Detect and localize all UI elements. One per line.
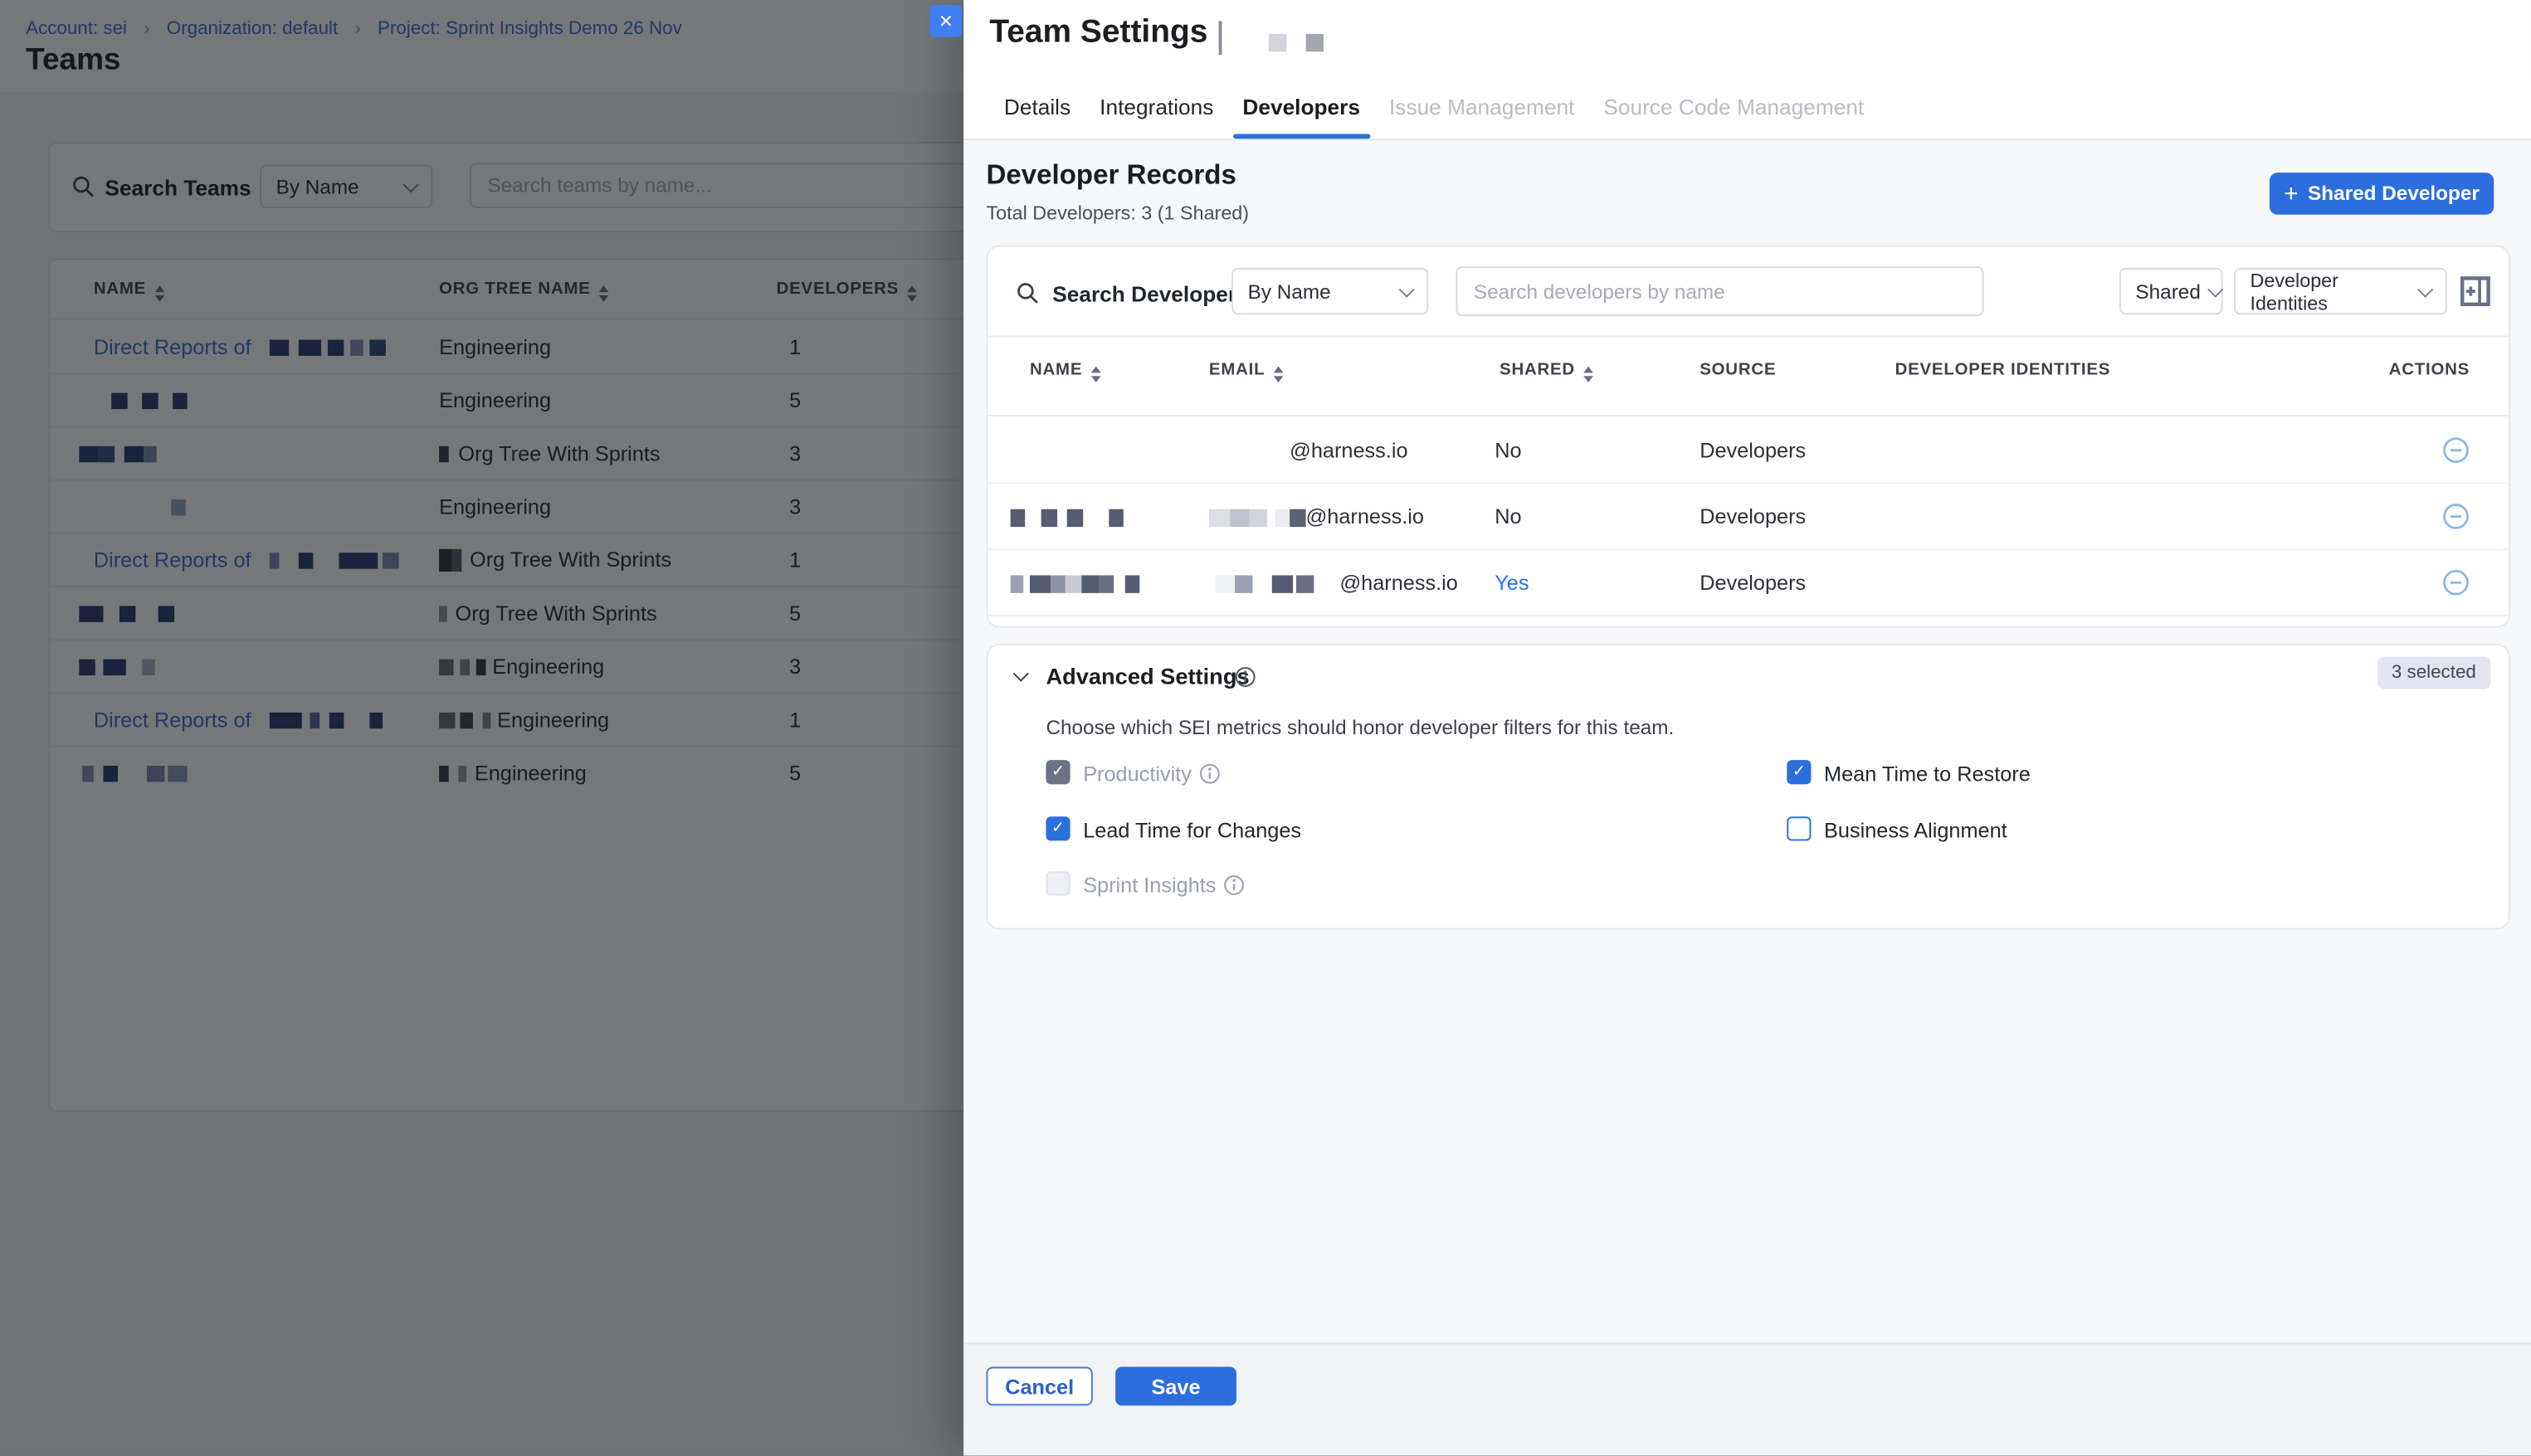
business-alignment-checkbox[interactable] [1787, 816, 1811, 840]
tab-developers[interactable]: Developers [1242, 75, 1360, 139]
redacted-text [1306, 34, 1324, 51]
info-icon[interactable] [1200, 763, 1221, 784]
redacted-text [1011, 509, 1026, 526]
shared-filter-value: Shared [2135, 280, 2200, 302]
selected-count-badge: 3 selected [2377, 657, 2490, 689]
redacted-text [1209, 509, 1230, 526]
mean-time-to-restore-checkbox[interactable]: ✓ [1787, 760, 1811, 784]
search-icon [1015, 280, 1039, 304]
advanced-settings-description: Choose which SEI metrics should honor de… [1046, 717, 1674, 739]
redacted-text [1011, 575, 1024, 592]
tab-issue-management[interactable]: Issue Management [1389, 75, 1574, 139]
column-header-email[interactable]: EMAIL [1209, 360, 1283, 382]
redacted-text [1250, 509, 1267, 526]
column-header-shared[interactable]: SHARED [1500, 360, 1592, 382]
productivity-checkbox[interactable]: ✓ [1046, 760, 1070, 784]
sort-icon[interactable] [1090, 367, 1100, 382]
app-stage: Account: sei › Organization: default › P… [0, 0, 2531, 1456]
collapse-chevron-icon[interactable] [1013, 665, 1029, 681]
developer-row[interactable]: @harness.io Yes Developers [988, 548, 2508, 616]
source-cell: Developers [1700, 437, 1806, 461]
redacted-text [1296, 575, 1314, 592]
remove-developer-icon[interactable] [2442, 436, 2470, 463]
plus-icon: + [2284, 180, 2298, 207]
email-cell: @harness.io [1290, 437, 1407, 461]
shared-filter-select[interactable]: Shared [2119, 268, 2222, 314]
save-button[interactable]: Save [1115, 1367, 1236, 1406]
redacted-text [1216, 575, 1235, 592]
chevron-down-icon [2417, 281, 2433, 297]
sort-icon[interactable] [1273, 367, 1283, 382]
close-drawer-button[interactable]: ✕ [929, 5, 962, 37]
title-cursor [1219, 21, 1222, 55]
shared-cell: No [1495, 504, 1521, 528]
tab-details[interactable]: Details [1004, 75, 1070, 139]
source-cell: Developers [1700, 504, 1806, 528]
lead-time-checkbox[interactable]: ✓ [1046, 816, 1070, 840]
sort-icon[interactable] [1583, 367, 1593, 382]
remove-developer-icon[interactable] [2442, 502, 2470, 529]
drawer-tabs: Details Integrations Developers Issue Ma… [963, 75, 2531, 140]
developer-identities-select[interactable]: Developer Identities [2234, 268, 2447, 314]
developer-identities-value: Developer Identities [2251, 269, 2420, 314]
redacted-text [1100, 575, 1114, 592]
developers-filter-by-select[interactable]: By Name [1231, 268, 1428, 314]
filter-divider [988, 336, 2508, 338]
developers-filter-by-value: By Name [1248, 280, 1331, 302]
redacted-text [1066, 575, 1081, 592]
tab-source-code-management[interactable]: Source Code Management [1603, 75, 1864, 139]
developer-row[interactable]: @harness.io No Developers [988, 416, 2508, 485]
tab-integrations[interactable]: Integrations [1100, 75, 1213, 139]
info-icon[interactable] [1235, 666, 1256, 687]
redacted-text [1125, 575, 1140, 592]
redacted-text [1269, 34, 1286, 51]
shared-cell: Yes [1495, 570, 1529, 594]
productivity-label: Productivity [1083, 762, 1221, 786]
drawer-footer: Cancel Save [963, 1342, 2531, 1455]
remove-developer-icon[interactable] [2442, 568, 2470, 596]
lead-time-label: Lead Time for Changes [1083, 818, 1301, 842]
email-cell: @harness.io [1306, 504, 1424, 528]
search-developers-input[interactable] [1456, 266, 1984, 316]
column-header-name[interactable]: NAME [1030, 360, 1100, 382]
redacted-text [1230, 509, 1249, 526]
sprint-insights-label: Sprint Insights [1083, 873, 1245, 897]
redacted-text [1290, 509, 1305, 526]
total-developers-text: Total Developers: 3 (1 Shared) [986, 202, 1249, 224]
sprint-insights-checkbox[interactable] [1046, 871, 1070, 895]
redacted-text [1041, 509, 1057, 526]
redacted-text [1030, 575, 1051, 592]
chevron-down-icon [1399, 281, 1415, 297]
info-icon[interactable] [1224, 874, 1245, 895]
search-developers-label: Search Developers [1052, 282, 1248, 306]
advanced-settings-title[interactable]: Advanced Settings [1046, 663, 1249, 689]
shared-developer-button[interactable]: + Shared Developer [2270, 173, 2494, 215]
section-title: Developer Records [986, 160, 1236, 192]
shared-cell: No [1495, 437, 1521, 461]
developers-tab-content: Developer Records Total Developers: 3 (1… [963, 140, 2531, 1342]
close-icon: ✕ [939, 11, 953, 32]
business-alignment-label: Business Alignment [1824, 818, 2007, 842]
cancel-button[interactable]: Cancel [986, 1367, 1092, 1406]
mean-time-to-restore-label: Mean Time to Restore [1824, 762, 2031, 786]
redacted-text [1109, 509, 1124, 526]
redacted-text [1081, 575, 1099, 592]
add-column-icon[interactable] [2460, 276, 2490, 307]
developer-row[interactable]: @harness.io No Developers [988, 483, 2508, 551]
developer-records-card: Search Developers By Name Shared Develop… [986, 246, 2509, 628]
column-header-source: SOURCE [1700, 360, 1776, 379]
chevron-down-icon [2208, 281, 2224, 297]
redacted-text [1235, 575, 1252, 592]
source-cell: Developers [1700, 570, 1806, 594]
advanced-settings-card: Advanced Settings 3 selected Choose whic… [986, 644, 2509, 929]
team-settings-drawer: Team Settings Details Integrations Devel… [963, 0, 2531, 1456]
email-cell: @harness.io [1339, 570, 1457, 594]
redacted-text [1051, 575, 1066, 592]
column-header-developer-identities: DEVELOPER IDENTITIES [1895, 360, 2111, 379]
redacted-text [1067, 509, 1083, 526]
redacted-text [1272, 575, 1293, 592]
drawer-title: Team Settings [989, 15, 1207, 52]
redacted-text [1275, 509, 1290, 526]
column-header-actions: ACTIONS [2389, 360, 2470, 379]
